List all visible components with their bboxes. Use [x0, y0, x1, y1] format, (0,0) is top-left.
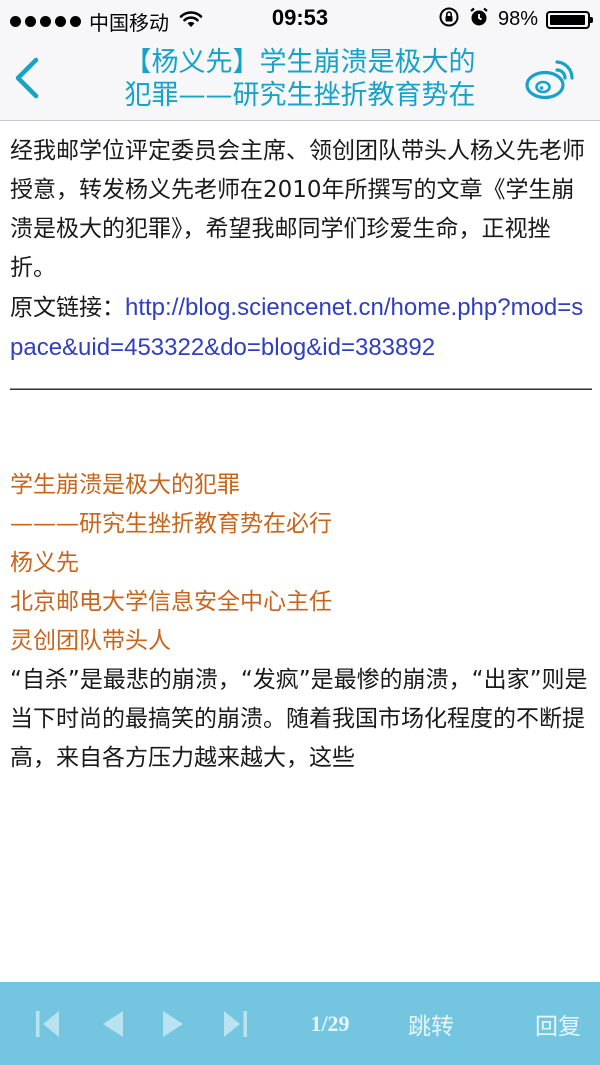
battery-percent: 98%: [497, 8, 538, 30]
next-page-button[interactable]: [145, 982, 201, 1065]
weibo-icon: [525, 60, 574, 100]
divider-line: ————————————————————————————————————————…: [10, 374, 592, 400]
article-header-subtitle: ———研究生挫折教育势在必行: [10, 511, 332, 537]
article-header-team: 灵创团队带头人: [10, 628, 171, 654]
bottom-toolbar: 1/29 跳转 回复: [0, 982, 600, 1065]
back-button[interactable]: [8, 54, 52, 102]
alarm-icon: [468, 6, 490, 33]
orientation-lock-icon: [438, 6, 460, 33]
play-left-icon: [103, 1010, 123, 1037]
article-content: 经我邮学位评定委员会主席、领创团队带头人杨义先老师授意，转发杨义先老师在2010…: [10, 122, 592, 982]
previous-page-button[interactable]: [85, 982, 141, 1065]
source-link-row: 原文链接：http://blog.sciencenet.cn/home.php?…: [10, 288, 592, 368]
page-title: 【杨义先】学生崩溃是极大的 犯罪——研究生挫折教育势在: [90, 46, 510, 112]
page-title-line-2: 犯罪——研究生挫折教育势在: [124, 80, 476, 111]
body-paragraph: “自杀”是最悲的崩溃，“发疯”是最惨的崩溃，“出家”则是当下时尚的最搞笑的崩溃。…: [10, 667, 588, 771]
article-header-title: 学生崩溃是极大的犯罪: [10, 472, 240, 498]
article-header-position: 北京邮电大学信息安全中心主任: [10, 589, 332, 615]
page-title-line-1: 【杨义先】学生崩溃是极大的: [124, 47, 476, 78]
play-right-icon: [163, 1010, 183, 1037]
jump-button[interactable]: 跳转: [395, 982, 467, 1065]
intro-paragraph: 经我邮学位评定委员会主席、领创团队带头人杨义先老师授意，转发杨义先老师在2010…: [10, 138, 585, 281]
page-indicator: 1/29: [310, 1010, 350, 1036]
status-bar: 中国移动 09:53 98%: [0, 0, 600, 38]
article-header-block: 学生崩溃是极大的犯罪 ———研究生挫折教育势在必行 杨义先 北京邮电大学信息安全…: [10, 466, 592, 661]
source-link-label: 原文链接：: [10, 295, 125, 321]
skip-last-icon: [224, 1010, 247, 1037]
first-page-button[interactable]: [20, 982, 76, 1065]
skip-first-icon: [36, 1010, 59, 1037]
battery-icon: [546, 10, 593, 29]
chevron-left-icon: [15, 57, 39, 99]
battery-fill: [550, 14, 586, 25]
reply-button[interactable]: 回复: [522, 982, 594, 1065]
navigation-bar: 【杨义先】学生崩溃是极大的 犯罪——研究生挫折教育势在: [0, 38, 600, 121]
status-right: 98%: [438, 6, 593, 33]
weibo-share-button[interactable]: [524, 56, 574, 102]
last-page-button[interactable]: [207, 982, 263, 1065]
article-header-author: 杨义先: [10, 550, 79, 576]
